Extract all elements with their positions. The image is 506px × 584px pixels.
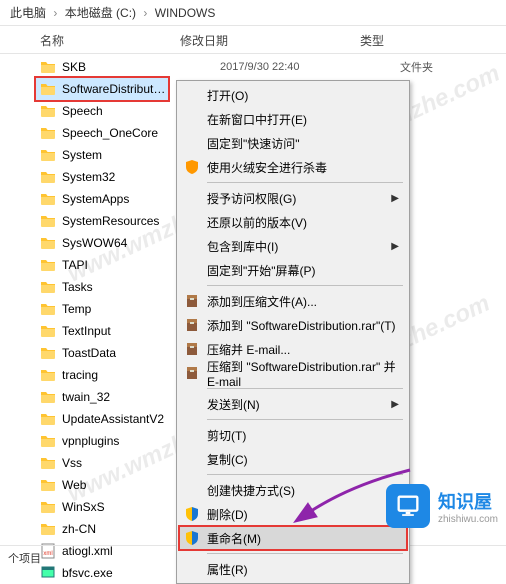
breadcrumb-part[interactable]: 本地磁盘 (C:) — [65, 6, 136, 20]
folder-icon — [40, 169, 56, 185]
folder-icon — [40, 367, 56, 383]
item-label: Web — [62, 478, 86, 492]
breadcrumb-part[interactable]: WINDOWS — [155, 6, 216, 20]
item-label: UpdateAssistantV2 — [62, 412, 164, 426]
menu-huorong-scan[interactable]: 使用火绒安全进行杀毒 — [179, 155, 407, 179]
folder-icon — [40, 455, 56, 471]
item-label: SoftwareDistribution — [62, 82, 168, 96]
item-label: Vss — [62, 456, 82, 470]
shield-icon — [183, 158, 201, 176]
context-menu: 打开(O) 在新窗口中打开(E) 固定到"快速访问" 使用火绒安全进行杀毒 授予… — [176, 80, 410, 584]
menu-delete[interactable]: 删除(D) — [179, 502, 407, 526]
menu-include-library[interactable]: 包含到库中(I)▶ — [179, 234, 407, 258]
item-label: vpnplugins — [62, 434, 119, 448]
monitor-icon — [386, 484, 430, 528]
folder-icon — [40, 345, 56, 361]
chevron-right-icon: › — [53, 6, 57, 20]
folder-icon — [40, 389, 56, 405]
item-label: TextInput — [62, 324, 111, 338]
logo-subtitle: zhishiwu.com — [438, 514, 498, 525]
item-label: WinSxS — [62, 500, 105, 514]
archive-icon — [183, 292, 201, 310]
menu-send-to[interactable]: 发送到(N)▶ — [179, 392, 407, 416]
logo-title: 知识屋 — [438, 488, 498, 514]
list-item[interactable]: SKB 2017/9/30 22:40 文件夹 — [0, 56, 506, 78]
item-type: 文件夹 — [400, 59, 433, 75]
item-label: Tasks — [62, 280, 93, 294]
item-label: SystemApps — [62, 192, 129, 206]
menu-compress-rar-email[interactable]: 压缩到 "SoftwareDistribution.rar" 并 E-mail — [179, 361, 407, 385]
item-label: zh-CN — [62, 522, 96, 536]
chevron-right-icon: ▶ — [391, 241, 399, 252]
folder-icon — [40, 499, 56, 515]
column-name[interactable]: 名称 — [0, 32, 180, 49]
menu-open-new-window[interactable]: 在新窗口中打开(E) — [179, 107, 407, 131]
column-headers: 名称 修改日期 类型 — [0, 26, 506, 54]
menu-separator — [207, 285, 403, 286]
item-date: 2017/9/30 22:40 — [220, 61, 300, 73]
menu-cut[interactable]: 剪切(T) — [179, 423, 407, 447]
chevron-right-icon: ▶ — [391, 399, 399, 410]
item-label: twain_32 — [62, 390, 110, 404]
menu-restore-previous[interactable]: 还原以前的版本(V) — [179, 210, 407, 234]
folder-icon — [40, 521, 56, 537]
menu-copy[interactable]: 复制(C) — [179, 447, 407, 471]
item-label: Speech_OneCore — [62, 126, 158, 140]
menu-open[interactable]: 打开(O) — [179, 83, 407, 107]
item-label: tracing — [62, 368, 98, 382]
folder-icon — [40, 213, 56, 229]
chevron-right-icon: › — [143, 6, 147, 20]
folder-icon — [40, 301, 56, 317]
menu-separator — [207, 419, 403, 420]
item-label: TAPI — [62, 258, 88, 272]
menu-separator — [207, 474, 403, 475]
menu-add-rar[interactable]: 添加到 "SoftwareDistribution.rar"(T) — [179, 313, 407, 337]
menu-grant-access[interactable]: 授予访问权限(G)▶ — [179, 186, 407, 210]
item-label: System32 — [62, 170, 115, 184]
item-label: SKB — [62, 60, 86, 74]
menu-create-shortcut[interactable]: 创建快捷方式(S) — [179, 478, 407, 502]
folder-icon — [40, 235, 56, 251]
item-label: System — [62, 148, 102, 162]
folder-icon — [40, 81, 56, 97]
folder-icon — [40, 125, 56, 141]
breadcrumb-part[interactable]: 此电脑 — [10, 6, 46, 20]
folder-icon — [40, 433, 56, 449]
menu-separator — [207, 553, 403, 554]
archive-icon — [183, 364, 201, 382]
column-type[interactable]: 类型 — [360, 32, 506, 49]
item-label: Temp — [62, 302, 91, 316]
archive-icon — [183, 316, 201, 334]
folder-icon — [40, 411, 56, 427]
shield-icon — [183, 505, 201, 523]
menu-add-archive[interactable]: 添加到压缩文件(A)... — [179, 289, 407, 313]
folder-icon — [40, 257, 56, 273]
shield-icon — [183, 529, 201, 547]
item-label: Speech — [62, 104, 103, 118]
site-logo: 知识屋 zhishiwu.com — [386, 484, 498, 528]
status-text: 个项目 — [8, 553, 41, 565]
chevron-right-icon: ▶ — [391, 193, 399, 204]
folder-icon — [40, 103, 56, 119]
breadcrumb[interactable]: 此电脑 › 本地磁盘 (C:) › WINDOWS — [0, 0, 506, 26]
folder-icon — [40, 191, 56, 207]
folder-icon — [40, 279, 56, 295]
folder-icon — [40, 477, 56, 493]
menu-properties[interactable]: 属性(R) — [179, 557, 407, 581]
menu-rename[interactable]: 重命名(M) — [179, 526, 407, 550]
list-item[interactable]: SoftwareDistribution — [36, 78, 168, 100]
archive-icon — [183, 340, 201, 358]
menu-pin-quick-access[interactable]: 固定到"快速访问" — [179, 131, 407, 155]
folder-icon — [40, 147, 56, 163]
item-label: SysWOW64 — [62, 236, 127, 250]
folder-icon — [40, 59, 56, 75]
item-label: ToastData — [62, 346, 116, 360]
menu-separator — [207, 182, 403, 183]
item-label: SystemResources — [62, 214, 159, 228]
menu-pin-start[interactable]: 固定到"开始"屏幕(P) — [179, 258, 407, 282]
folder-icon — [40, 323, 56, 339]
column-date[interactable]: 修改日期 — [180, 32, 360, 49]
